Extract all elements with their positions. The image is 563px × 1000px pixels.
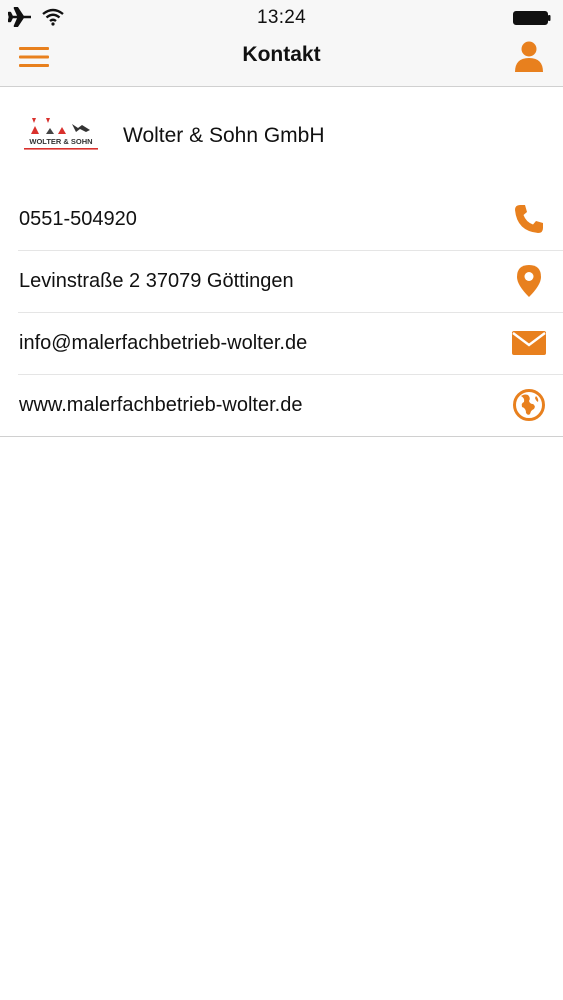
company-row: WOLTER & SOHN Wolter & Sohn GmbH [0,87,563,187]
company-name: Wolter & Sohn GmbH [123,124,325,147]
contact-item-website[interactable]: www.malerfachbetrieb-wolter.de [0,374,563,436]
phone-number: 0551-504920 [19,207,137,230]
contact-item-address[interactable]: Levinstraße 2 37079 Göttingen [0,250,563,312]
nav-bar: Kontakt [0,36,563,86]
user-profile-button[interactable] [509,38,549,74]
address: Levinstraße 2 37079 Göttingen [19,269,294,292]
email-address: info@malerfachbetrieb-wolter.de [19,331,308,354]
phone-icon[interactable] [511,201,547,237]
user-icon [515,41,543,72]
company-logo: WOLTER & SOHN [24,118,98,150]
mail-icon[interactable] [511,325,547,361]
contact-list: 0551-504920 Levinstraße 2 37079 Göttinge… [0,188,563,437]
status-time: 13:24 [256,7,307,28]
logo-text: WOLTER & SOHN [29,137,92,146]
battery-icon [513,11,551,25]
website-url: www.malerfachbetrieb-wolter.de [19,393,303,416]
contact-item-email[interactable]: info@malerfachbetrieb-wolter.de [0,312,563,374]
globe-icon[interactable] [511,387,547,423]
contact-item-phone[interactable]: 0551-504920 [0,188,563,250]
status-bar: 13:24 [0,0,563,36]
location-pin-icon[interactable] [511,263,547,299]
page-title: Kontakt [242,43,321,66]
header: 13:24 Kontakt [0,0,563,87]
contact-screen: 13:24 Kontakt WOLTER & SOHN Wolter & Soh… [0,0,563,1000]
